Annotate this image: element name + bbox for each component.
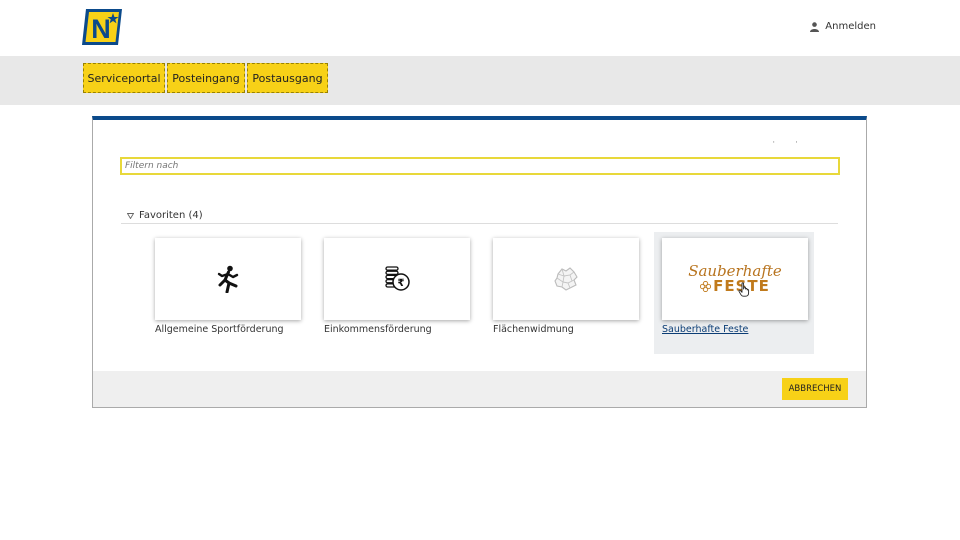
runner-icon [217,265,239,293]
card-tile[interactable] [155,238,301,320]
nav-posteingang-button[interactable]: Posteingang [167,63,245,93]
filter-input[interactable] [120,157,840,175]
card-label[interactable]: Allgemeine Sportförderung [155,324,284,335]
favorites-toggle[interactable]: Favoriten (4) [127,210,203,221]
service-selection-dialog: ·· Favoriten (4) Allgemeine Sportf [92,116,867,408]
login-link[interactable]: Anmelden [810,21,876,32]
favorite-card-sauberhafte-feste: Sauberhafte FESTE Sauberhafte Feste [654,232,814,354]
flower-icon [700,281,712,292]
coins-rupee-icon: ₹ [385,266,410,291]
login-label: Anmelden [825,21,876,32]
hand-pointer-icon [738,282,750,297]
favorites-label: Favoriten (4) [139,210,203,221]
map-region-icon [554,267,578,291]
nav-bar: Serviceportal Posteingang Postausgang [0,56,960,105]
nav-serviceportal-button[interactable]: Serviceportal [83,63,165,93]
card-tile[interactable]: ₹ [324,238,470,320]
dialog-footer: ABBRECHEN [93,371,866,407]
card-label[interactable]: Sauberhafte Feste [662,324,748,335]
card-tile[interactable] [493,238,639,320]
favorite-card-einkommensfoerderung: ₹ Einkommensförderung [316,232,476,354]
nav-postausgang-button[interactable]: Postausgang [247,63,328,93]
card-label[interactable]: Flächenwidmung [493,324,574,335]
user-icon [810,21,820,32]
page: N Anmelden Serviceportal Posteingang Pos… [0,0,960,540]
card-tile[interactable]: Sauberhafte FESTE [662,238,808,320]
favorites-divider [121,223,838,224]
cancel-button[interactable]: ABBRECHEN [782,378,848,400]
noe-logo-icon[interactable]: N [82,9,122,45]
sauberhafte-feste-logo: Sauberhafte FESTE [688,264,782,297]
favorite-card-flaechenwidmung: Flächenwidmung [485,232,645,354]
svg-text:N: N [91,14,111,44]
dialog-dots: ·· [772,138,818,148]
card-label[interactable]: Einkommensförderung [324,324,432,335]
svg-text:₹: ₹ [398,278,405,289]
favorite-card-sportfoerderung: Allgemeine Sportförderung [147,232,307,354]
triangle-down-icon [127,212,134,219]
